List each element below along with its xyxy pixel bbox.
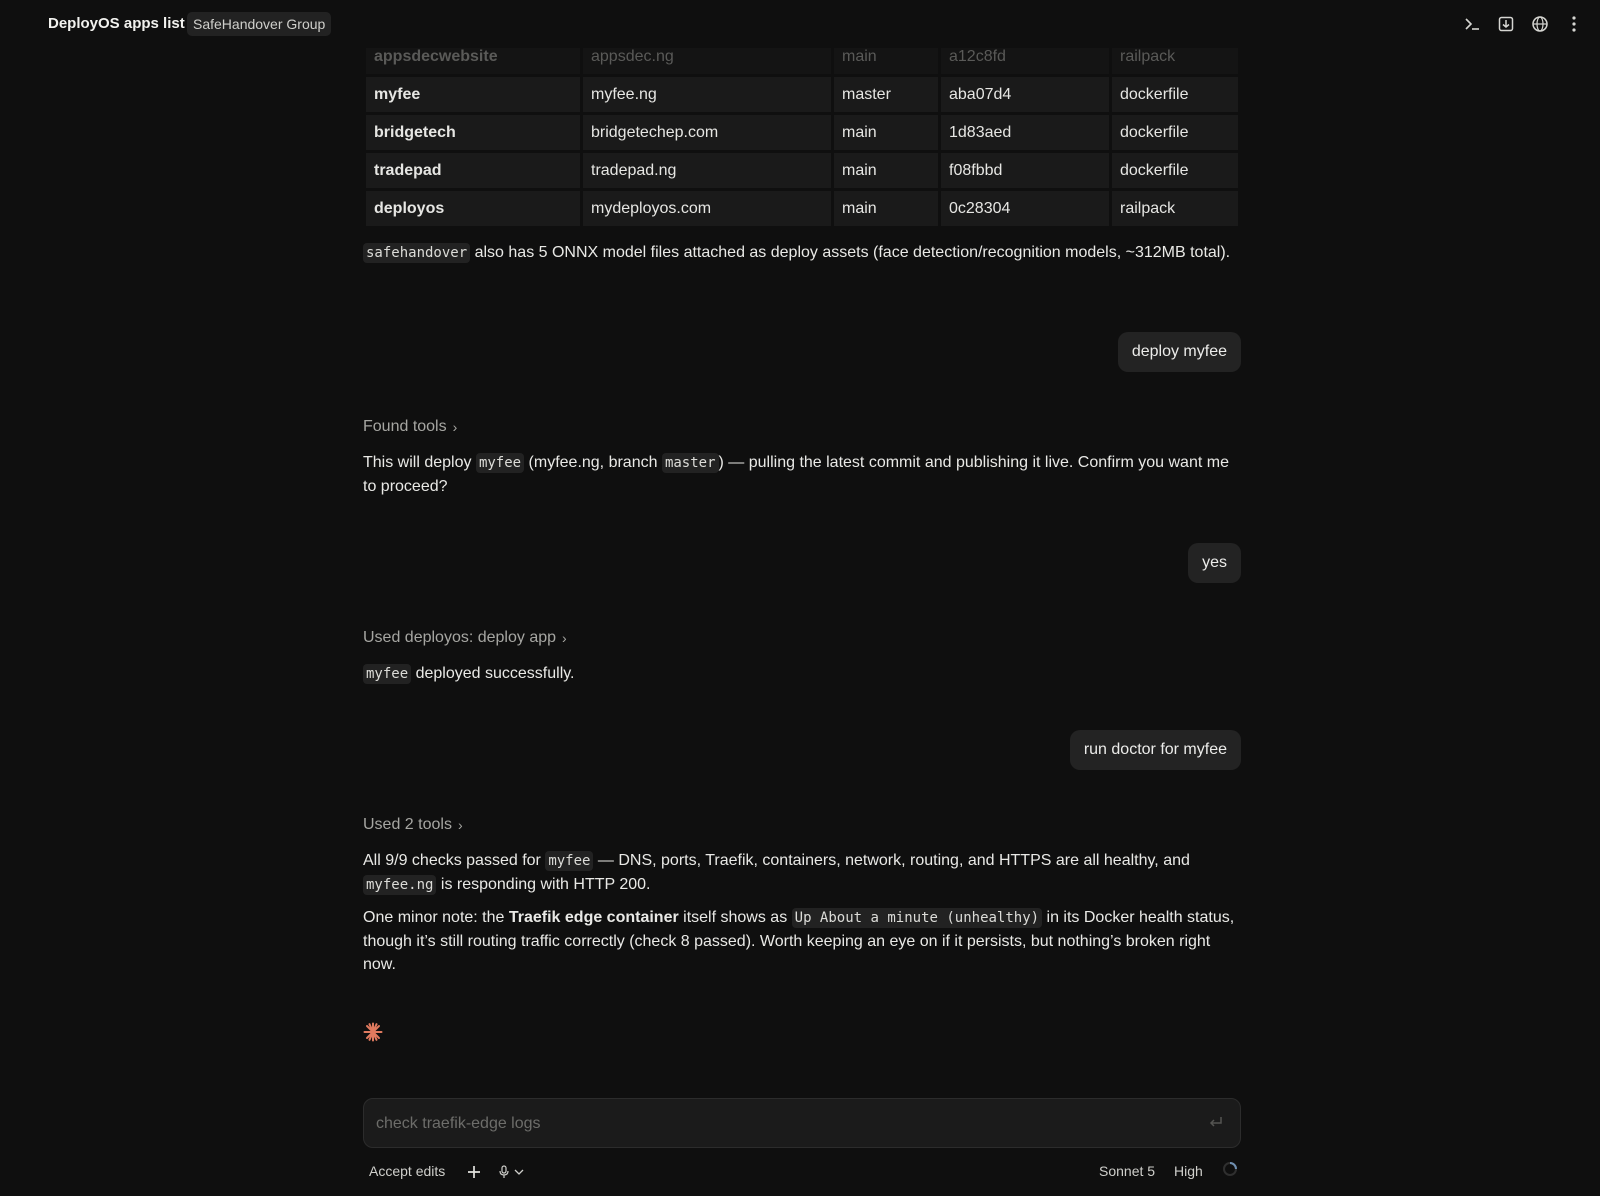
tool-disclosure-deploy-app[interactable]: Used deployos: deploy app › <box>363 629 567 647</box>
app-builder: dockerfile <box>1112 115 1238 150</box>
message-text: All 9/9 checks passed for <box>363 852 546 869</box>
user-message: yes <box>1188 543 1241 583</box>
top-icons <box>1462 12 1584 36</box>
message-input[interactable] <box>374 1099 1178 1149</box>
globe-icon[interactable] <box>1530 12 1550 36</box>
table-row: deployos mydeployos.com main 0c28304 rai… <box>366 191 1238 226</box>
message-text: deployed successfully. <box>411 665 575 682</box>
chevron-right-icon: › <box>452 419 458 435</box>
inline-code: myfee <box>545 851 594 871</box>
spark-icon <box>363 1022 383 1047</box>
message-text: One minor note: the <box>363 909 509 926</box>
app-branch: main <box>834 191 938 226</box>
inline-code: myfee <box>363 664 412 684</box>
add-icon[interactable] <box>467 1160 481 1182</box>
message-text: (myfee.ng, branch <box>524 454 662 471</box>
app-name: bridgetech <box>366 115 580 150</box>
chevron-down-icon[interactable] <box>514 1160 524 1179</box>
app-domain: tradepad.ng <box>583 153 831 188</box>
app-name: deployos <box>366 191 580 226</box>
enter-icon[interactable] <box>1208 1115 1224 1134</box>
app-builder: dockerfile <box>1112 77 1238 112</box>
model-selector[interactable]: Sonnet 5 <box>1099 1163 1155 1179</box>
microphone-icon[interactable] <box>498 1160 510 1182</box>
app-branch: master <box>834 77 938 112</box>
page-title: DeployOS apps list <box>48 15 185 32</box>
table-row: bridgetech bridgetechep.com main 1d83aed… <box>366 115 1238 150</box>
top-bar: DeployOS apps list SafeHandover Group <box>0 0 1600 48</box>
app-branch: main <box>834 153 938 188</box>
chevron-right-icon: › <box>562 630 567 646</box>
inline-code: Up About a minute (unhealthy) <box>791 908 1043 928</box>
message-text: is responding with HTTP 200. <box>436 876 651 893</box>
tool-label: Found tools <box>363 418 447 435</box>
assistant-message-doctor: All 9/9 checks passed for myfee — DNS, p… <box>363 849 1241 897</box>
tool-label: Used 2 tools <box>363 816 452 833</box>
composer-toolbar: Accept edits Sonnet 5 High <box>363 1160 1239 1184</box>
app-domain: mydeployos.com <box>583 191 831 226</box>
app-branch: main <box>834 115 938 150</box>
inline-code: master <box>661 453 719 473</box>
app-builder: dockerfile <box>1112 153 1238 188</box>
terminal-icon[interactable] <box>1462 12 1482 36</box>
accept-edits-toggle[interactable]: Accept edits <box>369 1163 445 1179</box>
assistant-message-assets: safehandover also has 5 ONNX model files… <box>363 241 1241 265</box>
tool-disclosure-found-tools[interactable]: Found tools › <box>363 418 457 436</box>
inline-code: myfee.ng <box>363 875 437 895</box>
user-message: run doctor for myfee <box>1069 730 1241 770</box>
table-row: myfee myfee.ng master aba07d4 dockerfile <box>366 77 1238 112</box>
app-builder: railpack <box>1112 191 1238 226</box>
tool-label: Used deployos: deploy app <box>363 629 557 646</box>
app-name: myfee <box>366 77 580 112</box>
user-message: deploy myfee <box>1117 332 1241 372</box>
app-domain: bridgetechep.com <box>583 115 831 150</box>
chevron-right-icon: › <box>457 817 463 833</box>
assistant-message-deployed: myfee deployed successfully. <box>363 662 1241 686</box>
table-row: tradepad tradepad.ng main f08fbbd docker… <box>366 153 1238 188</box>
more-vertical-icon[interactable] <box>1564 12 1584 36</box>
app-commit: 1d83aed <box>941 115 1109 150</box>
loading-spinner-icon <box>1222 1161 1238 1180</box>
app-commit: f08fbbd <box>941 153 1109 188</box>
inline-code: safehandover <box>363 243 471 263</box>
app-commit: aba07d4 <box>941 77 1109 112</box>
effort-selector[interactable]: High <box>1174 1163 1203 1179</box>
bold-text: Traefik edge container <box>508 909 679 926</box>
tool-disclosure-used-tools[interactable]: Used 2 tools › <box>363 816 463 834</box>
composer <box>363 1098 1241 1149</box>
inline-code: myfee <box>475 453 525 473</box>
app-commit: 0c28304 <box>941 191 1109 226</box>
org-badge[interactable]: SafeHandover Group <box>187 12 332 36</box>
message-text: — DNS, ports, Traefik, containers, netwo… <box>593 852 1190 869</box>
message-text: This will deploy <box>363 454 476 471</box>
message-text: also has 5 ONNX model files attached as … <box>470 244 1231 261</box>
message-text: itself shows as <box>678 909 792 926</box>
download-box-icon[interactable] <box>1496 12 1516 36</box>
assistant-message-confirm: This will deploy myfee (myfee.ng, branch… <box>363 451 1241 498</box>
assistant-message-note: One minor note: the Traefik edge contain… <box>363 906 1241 976</box>
app-name: tradepad <box>366 153 580 188</box>
app-domain: myfee.ng <box>583 77 831 112</box>
apps-table: appsdecwebsite appsdec.ng main a12c8fd r… <box>363 36 1241 229</box>
